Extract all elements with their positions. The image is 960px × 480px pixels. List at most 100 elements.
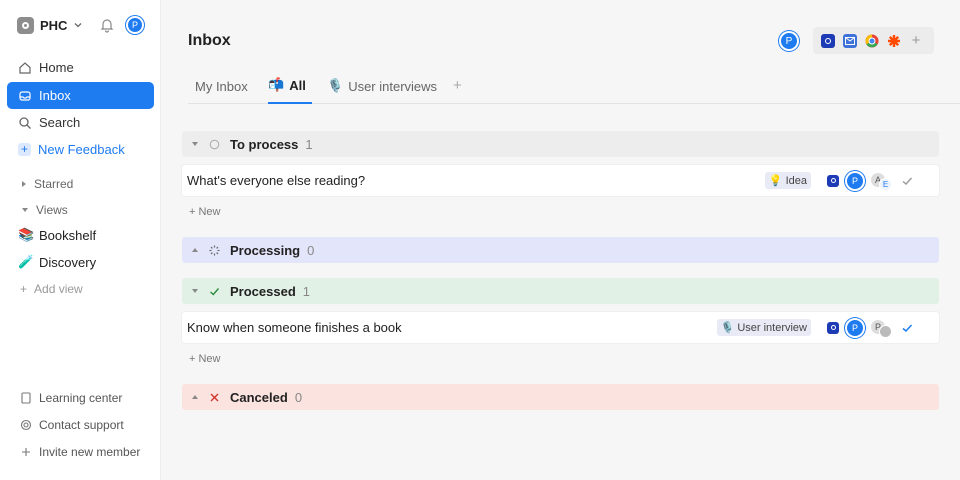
book-icon: [21, 392, 31, 404]
spinner-icon: [209, 245, 220, 256]
section-processing[interactable]: Processing 0: [182, 237, 939, 263]
tab-user-interviews-label: User interviews: [348, 78, 438, 94]
section-name: To process: [230, 136, 299, 152]
expand-icon: [192, 395, 198, 399]
tab-bar: My Inbox 📬 All 🎙️ User interviews +: [188, 68, 960, 104]
chrome-icon[interactable]: [865, 34, 879, 48]
lightbulb-icon: 💡: [768, 175, 783, 187]
tag-user-interview[interactable]: 🎙️ User interview: [716, 319, 811, 336]
section-count: 1: [302, 283, 310, 299]
section-count: 0: [294, 389, 303, 405]
tab-user-interviews[interactable]: 🎙️ User interviews: [327, 68, 437, 104]
zapier-icon[interactable]: [887, 34, 901, 48]
starred-group[interactable]: Starred: [22, 177, 73, 191]
test-tube-icon: 🧪: [18, 254, 35, 269]
main-content: Inbox P + My Inbox 📬 All 🎙️ User intervi…: [161, 0, 960, 480]
books-icon: 📚: [18, 227, 35, 242]
collapse-icon: [192, 289, 198, 293]
bell-icon[interactable]: [100, 17, 114, 33]
section-processed[interactable]: Processed 1: [182, 278, 939, 304]
new-item-button[interactable]: + New: [189, 206, 221, 218]
contact-support-link[interactable]: Contact support: [20, 418, 124, 432]
new-feedback-label: New Feedback: [38, 142, 125, 157]
support-icon: [20, 419, 32, 431]
nav-home-label: Home: [39, 60, 74, 75]
contributors-avatars[interactable]: P: [871, 319, 893, 337]
email-icon[interactable]: [843, 33, 857, 48]
new-feedback-button[interactable]: + New Feedback: [7, 136, 154, 163]
add-icon[interactable]: +: [909, 32, 923, 49]
contributors-avatars[interactable]: AE: [871, 172, 893, 190]
views-group[interactable]: Views: [22, 203, 68, 217]
intercom-icon[interactable]: [821, 33, 835, 48]
learning-center-link[interactable]: Learning center: [20, 391, 122, 405]
workspace-switcher[interactable]: PHC: [17, 16, 83, 34]
search-icon: [19, 116, 31, 129]
tab-my-inbox[interactable]: My Inbox: [195, 68, 248, 104]
home-icon: [19, 61, 31, 74]
assignee-avatar[interactable]: P: [847, 319, 863, 336]
workspace-logo: [17, 16, 34, 34]
nav-home[interactable]: Home: [7, 54, 154, 81]
plus-icon: +: [20, 282, 28, 296]
view-bookshelf[interactable]: 📚 Bookshelf: [18, 227, 96, 243]
view-discovery-label: Discovery: [39, 254, 97, 270]
section-to-process[interactable]: To process 1: [182, 131, 939, 157]
tag-label: Idea: [785, 174, 807, 187]
mailbox-icon: 📬: [268, 77, 285, 92]
integrations-bar: +: [813, 27, 934, 54]
nav-search[interactable]: Search: [7, 109, 154, 136]
collapse-icon: [192, 142, 198, 146]
plus-icon: [22, 448, 30, 456]
sidebar: PHC P Home Inbox Search + New Feedback S…: [0, 0, 161, 480]
intercom-icon: [827, 321, 839, 334]
tab-my-inbox-label: My Inbox: [195, 78, 248, 94]
intercom-icon: [827, 174, 839, 187]
user-avatar[interactable]: P: [128, 18, 142, 32]
check-icon[interactable]: [901, 322, 913, 334]
section-name: Canceled: [230, 389, 288, 405]
chevron-down-icon: [74, 23, 82, 28]
tab-all[interactable]: 📬 All: [268, 68, 312, 104]
section-count: 1: [305, 136, 313, 152]
avatar: E: [880, 178, 891, 190]
check-icon: [209, 286, 220, 297]
microphone-icon: 🎙️: [327, 78, 344, 93]
view-bookshelf-label: Bookshelf: [39, 227, 97, 243]
tag-idea[interactable]: 💡 Idea: [764, 172, 811, 189]
section-name: Processing: [230, 242, 301, 258]
views-label: Views: [36, 203, 68, 217]
invite-member-label: Invite new member: [39, 445, 141, 459]
chevron-down-icon: [22, 208, 28, 212]
tab-all-label: All: [289, 77, 306, 93]
section-count: 0: [307, 242, 315, 258]
add-view-button[interactable]: + Add view: [20, 282, 83, 296]
feedback-card[interactable]: What's everyone else reading? 💡 Idea P AE: [182, 165, 939, 196]
nav-inbox[interactable]: Inbox: [7, 82, 154, 109]
contact-support-label: Contact support: [39, 418, 124, 432]
chevron-right-icon: [22, 181, 26, 187]
nav-inbox-label: Inbox: [39, 88, 71, 103]
page-title: Inbox: [188, 32, 231, 49]
circle-icon: [209, 139, 220, 150]
section-name: Processed: [230, 283, 296, 299]
check-icon[interactable]: [901, 175, 913, 187]
card-title: What's everyone else reading?: [187, 173, 366, 188]
tag-label: User interview: [737, 321, 807, 334]
nav-search-label: Search: [39, 115, 81, 130]
add-tab-button[interactable]: +: [453, 77, 462, 94]
assignee-avatar[interactable]: P: [847, 172, 863, 189]
section-canceled[interactable]: Canceled 0: [182, 384, 939, 410]
feedback-card[interactable]: Know when someone finishes a book 🎙️ User…: [182, 312, 939, 343]
new-item-button[interactable]: + New: [189, 353, 221, 365]
view-discovery[interactable]: 🧪 Discovery: [18, 254, 96, 270]
microphone-icon: 🎙️: [720, 322, 735, 334]
invite-member-link[interactable]: Invite new member: [20, 445, 140, 459]
starred-label: Starred: [34, 177, 74, 191]
header-avatar[interactable]: P: [781, 33, 797, 49]
close-icon: [209, 392, 220, 403]
learning-center-label: Learning center: [39, 391, 123, 405]
expand-icon: [192, 248, 198, 252]
plus-icon: +: [18, 143, 31, 156]
workspace-name: PHC: [40, 17, 68, 33]
